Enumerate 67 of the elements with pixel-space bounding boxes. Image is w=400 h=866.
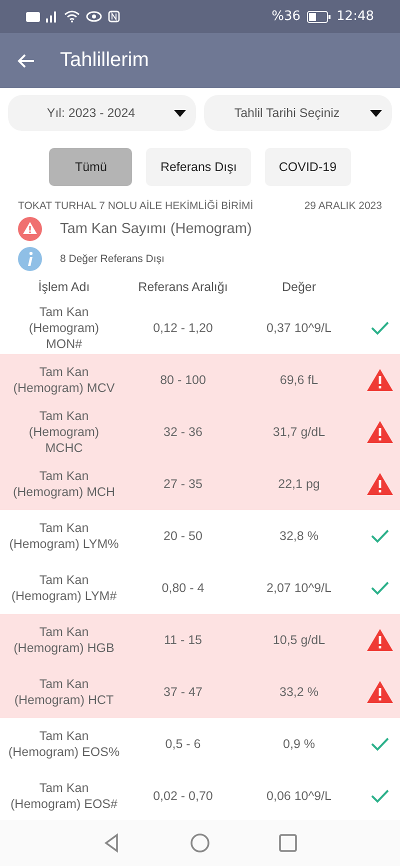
table-cell: Tam Kan (Hemogram) MCV [0, 354, 128, 406]
table-cell: 37 - 47 [128, 666, 238, 718]
info-icon [18, 247, 42, 271]
table-cell-text: Tam Kan (Hemogram) MON# [28, 304, 100, 354]
table-cell-text: Tam Kan (Hemogram) EOS# [10, 780, 118, 813]
column-header: İşlem Adı [37, 279, 91, 296]
institution-name: TOKAT TURHAL 7 NOLU AİLE HEKİMLİĞİ BİRİMİ [18, 200, 254, 212]
battery-icon [306, 10, 331, 22]
filter-button[interactable]: COVID-19 [264, 148, 351, 186]
recents-icon[interactable] [278, 833, 298, 853]
check-icon [370, 788, 390, 804]
table-cell-text: Tam Kan (Hemogram) LYM% [8, 520, 120, 553]
warning-icon [366, 420, 394, 444]
column-header: Değer [280, 279, 318, 296]
table-cell: 11 - 15 [128, 614, 238, 666]
table-cell-text: 0,9 % [282, 736, 316, 753]
table-cell: Tam Kan (Hemogram) HGB [0, 614, 128, 666]
caret-icon [370, 110, 382, 116]
table-cell-text: 0,06 10^9/L [266, 788, 332, 805]
table-cell: 31,7 g/dL [238, 406, 360, 458]
nfc-icon [108, 10, 120, 23]
table-cell-text: Tam Kan (Hemogram) LYM# [10, 572, 118, 605]
table-cell: 69,6 fL [238, 354, 360, 406]
signal-icon [46, 10, 58, 23]
check-icon [370, 580, 390, 596]
table-cell-text: 0,02 - 0,70 [152, 788, 214, 805]
dropdown[interactable]: Tahlil Tarihi Seçiniz [204, 95, 392, 131]
warning-icon [366, 472, 394, 496]
table-cell-text: 2,07 10^9/L [266, 580, 332, 597]
table-cell-text: Tam Kan (Hemogram) EOS% [7, 728, 121, 761]
table-cell: Tam Kan (Hemogram) HCT [0, 666, 128, 718]
table-cell-text: 0,12 - 1,20 [152, 320, 214, 337]
caret-icon [174, 110, 186, 116]
table-cell-text: 0,37 10^9/L [266, 320, 332, 337]
table-cell-text: 32,8 % [278, 528, 320, 545]
table-cell: 22,1 pg [238, 458, 360, 510]
table-cell: 32 - 36 [128, 406, 238, 458]
check-icon [370, 320, 390, 336]
clock: 12:48 [336, 9, 374, 24]
table-cell: 33,2 % [238, 666, 360, 718]
filter-button[interactable]: Tümü [49, 148, 132, 186]
screen-title: Tahlillerim [60, 49, 149, 72]
table-cell: Tam Kan (Hemogram) MCH [0, 458, 128, 510]
warning-icon [366, 368, 394, 392]
battery-percent: %36 [272, 9, 301, 24]
table-cell: 10,5 g/dL [238, 614, 360, 666]
table-cell: 80 - 100 [128, 354, 238, 406]
eye-icon [86, 10, 102, 23]
test-name: Tam Kan Sayımı (Hemogram) [60, 221, 252, 237]
wifi-icon [64, 10, 80, 23]
out-of-range-summary: 8 Değer Referans Dışı [60, 253, 164, 265]
table-cell: 27 - 35 [128, 458, 238, 510]
check-icon [370, 528, 390, 544]
table-cell: Tam Kan (Hemogram) MCHC [0, 406, 128, 458]
check-icon [370, 736, 390, 752]
warning-icon [366, 628, 394, 652]
warning-icon [366, 680, 394, 704]
report-date: 29 ARALIK 2023 [304, 200, 382, 212]
hd-icon [26, 12, 40, 22]
filter-button[interactable]: Referans Dışı [146, 148, 251, 186]
table-cell-text: 0,80 - 4 [160, 580, 206, 597]
dropdown[interactable]: Yıl: 2023 - 2024 [8, 95, 196, 131]
table-cell-text: 0,5 - 6 [164, 736, 202, 753]
column-header: Referans Aralığı [137, 279, 229, 296]
home-icon[interactable] [190, 833, 210, 853]
table-cell-text: 20 - 50 [162, 528, 204, 545]
warning-icon [18, 217, 42, 241]
